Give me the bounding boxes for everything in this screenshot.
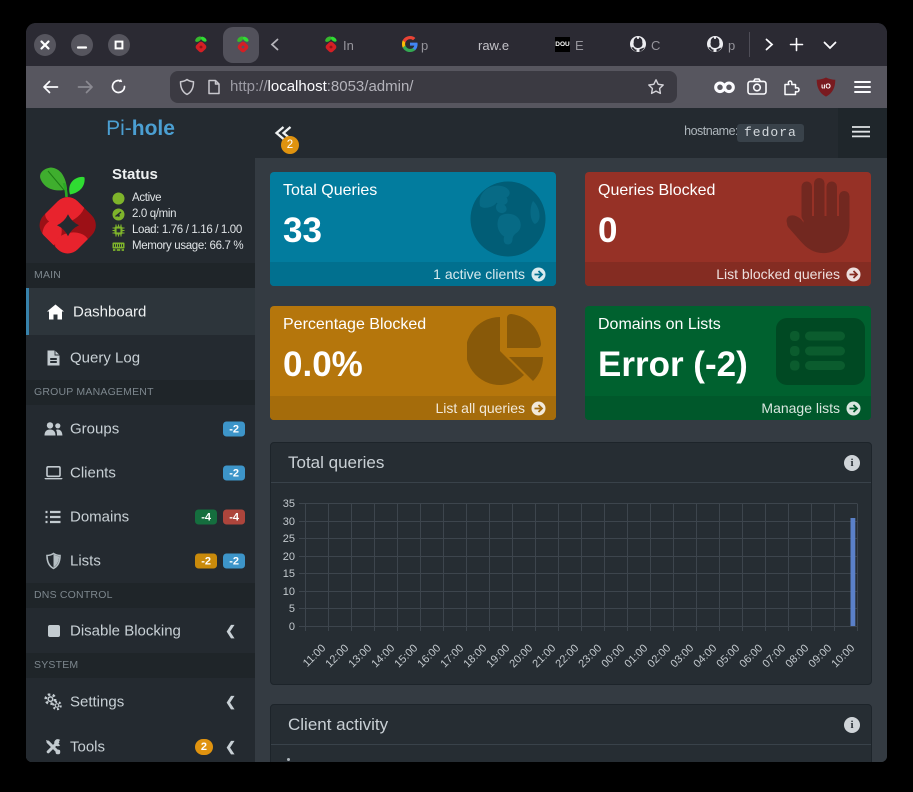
svg-text:13:00: 13:00 (346, 642, 374, 670)
svg-text:5: 5 (289, 603, 295, 615)
svg-text:01:00: 01:00 (622, 642, 650, 670)
svg-text:17:00: 17:00 (438, 642, 466, 670)
svg-text:07:00: 07:00 (760, 642, 788, 670)
svg-text:12:00: 12:00 (323, 642, 351, 670)
svg-text:15: 15 (283, 568, 295, 580)
svg-text:05:00: 05:00 (714, 642, 742, 670)
svg-text:20:00: 20:00 (507, 642, 535, 670)
svg-text:14:00: 14:00 (369, 642, 397, 670)
svg-text:20: 20 (283, 551, 295, 563)
svg-text:21:00: 21:00 (530, 642, 558, 670)
svg-text:35: 35 (283, 498, 295, 510)
svg-text:19:00: 19:00 (484, 642, 512, 670)
svg-text:00:00: 00:00 (599, 642, 627, 670)
svg-text:08:00: 08:00 (783, 642, 811, 670)
svg-text:06:00: 06:00 (737, 642, 765, 670)
svg-text:15:00: 15:00 (392, 642, 420, 670)
svg-text:10: 10 (283, 586, 295, 598)
svg-text:uO: uO (821, 84, 831, 91)
svg-text:22:00: 22:00 (553, 642, 581, 670)
svg-text:18:00: 18:00 (461, 642, 489, 670)
svg-text:03:00: 03:00 (668, 642, 696, 670)
svg-text:09:00: 09:00 (806, 642, 834, 670)
svg-text:11:00: 11:00 (301, 642, 328, 669)
svg-text:10:00: 10:00 (829, 642, 857, 670)
svg-text:02:00: 02:00 (645, 642, 673, 670)
svg-text:23:00: 23:00 (576, 642, 604, 670)
svg-text:04:00: 04:00 (691, 642, 719, 670)
svg-text:30: 30 (283, 516, 295, 528)
svg-text:0: 0 (289, 621, 295, 633)
svg-text:25: 25 (283, 533, 295, 545)
svg-text:16:00: 16:00 (415, 642, 443, 670)
